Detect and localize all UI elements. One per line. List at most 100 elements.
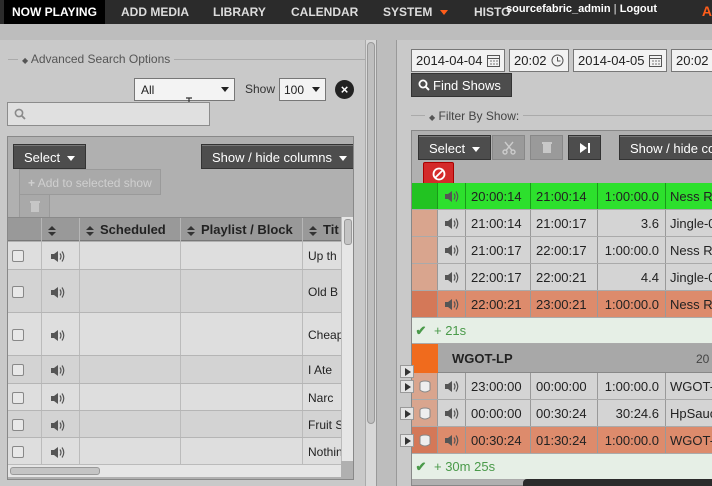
gap-row: ✔ + 21s [412, 318, 712, 344]
schedule-row[interactable]: 20:00:1421:00:141:00:00.0 Ness Rad [412, 183, 712, 210]
expand-arrow-icon[interactable] [400, 407, 414, 420]
cut-button[interactable] [492, 135, 525, 160]
row-length: 1:00:00.0 [598, 427, 666, 453]
speaker-icon[interactable] [444, 298, 460, 311]
header-sort-icon-col[interactable] [42, 218, 80, 242]
nav-calendar[interactable]: CALENDAR [283, 0, 366, 24]
speaker-icon[interactable] [444, 217, 460, 230]
end-date-input[interactable]: 2014-04-05 [573, 49, 667, 72]
library-show-hide-columns-button[interactable]: Show / hide columns [201, 144, 353, 169]
row-preview-cell [42, 270, 80, 312]
separator: | [613, 3, 617, 15]
start-time-input[interactable]: 20:02 [509, 49, 569, 72]
search-icon [418, 79, 430, 91]
show-header-row[interactable]: WGOT-LP 20 [412, 344, 712, 373]
library-search-input[interactable] [7, 102, 210, 126]
library-row[interactable]: Cheap [8, 313, 341, 356]
schedule-row[interactable]: 23:00:0000:00:001:00:00.0 WGOT-LP [412, 373, 712, 400]
row-checkbox-cell [8, 242, 42, 269]
logout-link[interactable]: Logout [620, 3, 657, 15]
row-checkbox[interactable] [12, 364, 24, 376]
show-name: WGOT-LP [452, 351, 513, 366]
library-horizontal-scrollbar[interactable] [8, 464, 341, 477]
row-playlist-cell [181, 411, 303, 437]
nav-add-media[interactable]: ADD MEDIA [113, 0, 197, 24]
schedule-row[interactable]: 22:00:1722:00:214.4 Jingle-004 [412, 264, 712, 291]
schedule-row[interactable]: 00:30:2401:30:241:00:00.0 WGOT-LP [412, 427, 712, 454]
scroll-thumb[interactable] [367, 42, 375, 424]
skip-button[interactable] [568, 135, 601, 160]
nav-history[interactable]: HISTO [466, 0, 510, 24]
row-checkbox[interactable] [12, 250, 24, 262]
scroll-thumb[interactable] [10, 467, 100, 475]
remove-button[interactable] [530, 135, 563, 160]
add-to-show-button[interactable]: + Add to selected show [19, 169, 161, 195]
expand-arrow-icon[interactable] [400, 434, 414, 447]
row-preview-cell [438, 373, 466, 399]
nav-library[interactable]: LIBRARY [205, 0, 274, 24]
header-scheduled[interactable]: Scheduled [80, 218, 181, 242]
speaker-icon[interactable] [444, 380, 460, 393]
filter-by-show-toggle[interactable]: ◆ Filter By Show: [425, 109, 524, 123]
speaker-icon[interactable] [444, 434, 460, 447]
calendar-icon[interactable] [649, 54, 662, 67]
username-link[interactable]: sourcefabric_admin [506, 3, 611, 15]
scroll-thumb[interactable] [344, 219, 352, 245]
row-checkbox[interactable] [12, 419, 24, 431]
nav-now-playing[interactable]: NOW PLAYING [4, 0, 105, 24]
speaker-icon[interactable] [50, 286, 66, 299]
find-shows-label: Find Shows [433, 78, 501, 93]
show-date: 20 [696, 352, 710, 366]
show-count-select[interactable]: 100 [279, 78, 326, 101]
row-checkbox[interactable] [12, 286, 24, 298]
schedule-row[interactable]: 22:00:2123:00:211:00:00.0 Ness Rad [412, 291, 712, 318]
library-row[interactable]: Narc [8, 384, 341, 411]
library-select-button[interactable]: Select [13, 144, 87, 169]
schedule-row[interactable]: 21:00:1722:00:171:00:00.0 Ness Rad [412, 237, 712, 264]
speaker-icon[interactable] [444, 407, 460, 420]
speaker-icon[interactable] [50, 392, 66, 405]
row-start: 20:00:14 [466, 183, 531, 209]
speaker-icon[interactable] [50, 250, 66, 263]
header-title[interactable]: Tit [303, 218, 343, 242]
row-playlist-cell [181, 313, 303, 355]
header-playlist-block[interactable]: Playlist / Block [181, 218, 303, 242]
row-checkbox[interactable] [12, 392, 24, 404]
row-status-cell [412, 237, 438, 263]
calendar-icon[interactable] [487, 54, 500, 67]
schedule-show-hide-columns-button[interactable]: Show / hide co [619, 135, 712, 160]
expand-arrow-icon[interactable] [400, 365, 414, 378]
advanced-search-toggle[interactable]: ◆ Advanced Search Options [18, 52, 175, 66]
end-time-input[interactable]: 20:02 [671, 49, 712, 72]
expand-arrow-icon[interactable] [400, 380, 414, 393]
library-row[interactable]: Old B [8, 270, 341, 313]
start-date-input[interactable]: 2014-04-04 [411, 49, 505, 72]
speaker-icon[interactable] [444, 271, 460, 284]
speaker-icon[interactable] [50, 419, 66, 432]
find-shows-button[interactable]: Find Shows [411, 73, 512, 97]
speaker-icon[interactable] [50, 446, 66, 459]
schedule-row[interactable]: 21:00:1421:00:173.6 Jingle-003 [412, 210, 712, 237]
sort-icon [86, 225, 94, 236]
schedule-row[interactable]: 00:00:0000:30:2430:24.6 HpSauce [412, 400, 712, 427]
row-end: 00:30:24 [531, 400, 598, 426]
trash-icon [30, 201, 40, 212]
library-vertical-scrollbar[interactable] [341, 217, 353, 461]
delete-button[interactable] [19, 194, 50, 218]
library-row[interactable]: Up th [8, 242, 341, 270]
speaker-icon[interactable] [50, 364, 66, 377]
library-row[interactable]: I Ate [8, 356, 341, 384]
speaker-icon[interactable] [444, 244, 460, 257]
clock-icon[interactable] [551, 54, 564, 67]
library-row[interactable]: Nothin [8, 438, 341, 466]
close-search-button[interactable]: × [335, 80, 354, 99]
row-checkbox[interactable] [12, 329, 24, 341]
nav-system[interactable]: SYSTEM [375, 0, 456, 24]
speaker-icon[interactable] [50, 329, 66, 342]
schedule-select-button[interactable]: Select [418, 135, 492, 160]
row-checkbox[interactable] [12, 446, 24, 458]
panel-vertical-scrollbar[interactable] [365, 40, 376, 486]
library-row[interactable]: Fruit S [8, 411, 341, 438]
gap-row: ✔ + 30m 25s [412, 454, 712, 480]
speaker-icon[interactable] [444, 190, 460, 203]
